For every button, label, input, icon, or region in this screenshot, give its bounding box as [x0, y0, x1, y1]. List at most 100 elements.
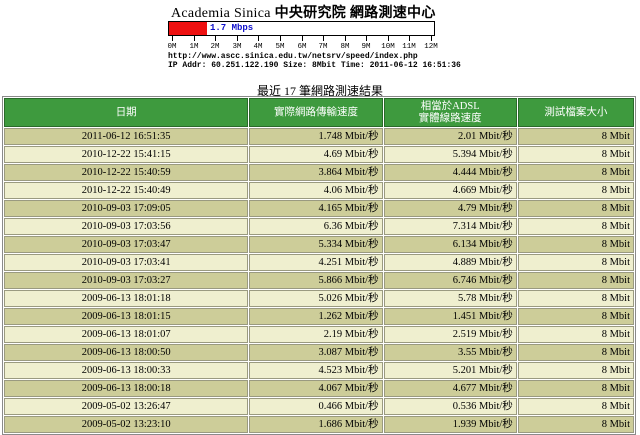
cell-adsl-speed: 6.134 Mbit/秒 — [383, 236, 517, 253]
cell-actual-speed: 4.69 Mbit/秒 — [249, 146, 383, 163]
cell-file-size: 8 Mbit — [517, 398, 634, 415]
column-header-adsl-speed: 相當於ADSL 實體線路速度 — [383, 98, 517, 127]
scale-tick — [302, 36, 303, 41]
table-row: 2010-09-03 17:03:41 4.251 Mbit/秒 4.889 Mbi… — [4, 254, 634, 271]
cell-actual-speed: 1.262 Mbit/秒 — [249, 308, 383, 325]
table-row: 2010-09-03 17:09:05 4.165 Mbit/秒 4.79 Mbit… — [4, 200, 634, 217]
scale-label: 4M — [253, 43, 263, 51]
test-ip-size-time: IP Addr: 60.251.122.190 Size: 8Mbit Time… — [168, 61, 461, 70]
cell-file-size: 8 Mbit — [517, 362, 634, 379]
site-title-english: Academia Sinica — [171, 6, 271, 21]
speed-value-label: 1.7 Mbps — [210, 23, 254, 33]
table-row: 2009-06-13 18:00:50 3.087 Mbit/秒 3.55 Mbit… — [4, 344, 634, 361]
cell-adsl-speed: 6.746 Mbit/秒 — [383, 272, 517, 289]
cell-actual-speed: 4.251 Mbit/秒 — [249, 254, 383, 271]
scale-tick — [215, 36, 216, 41]
cell-file-size: 8 Mbit — [517, 182, 634, 199]
scale-tick — [172, 36, 173, 41]
scale-tick — [323, 36, 324, 41]
scale-tick — [237, 36, 238, 41]
cell-date: 2010-09-03 17:03:56 — [4, 218, 249, 235]
table-row: 2009-06-13 18:01:07 2.19 Mbit/秒 2.519 Mbit… — [4, 326, 634, 343]
scale-tick — [194, 36, 195, 41]
cell-file-size: 8 Mbit — [517, 272, 634, 289]
cell-actual-speed: 0.466 Mbit/秒 — [249, 398, 383, 415]
cell-actual-speed: 2.19 Mbit/秒 — [249, 326, 383, 343]
cell-file-size: 8 Mbit — [517, 236, 634, 253]
cell-actual-speed: 4.067 Mbit/秒 — [249, 380, 383, 397]
test-info: http://www.ascc.sinica.edu.tw/netsrv/spe… — [168, 52, 461, 70]
cell-date: 2010-09-03 17:03:41 — [4, 254, 249, 271]
table-row: 2010-12-22 15:41:15 4.69 Mbit/秒 5.394 Mbit… — [4, 146, 634, 163]
cell-date: 2010-12-22 15:40:59 — [4, 164, 249, 181]
scale-label: 9M — [361, 43, 371, 51]
scale-tick — [431, 36, 432, 41]
scale-label: 2M — [210, 43, 220, 51]
table-row: 2009-06-13 18:01:15 1.262 Mbit/秒 1.451 Mbi… — [4, 308, 634, 325]
cell-adsl-speed: 5.201 Mbit/秒 — [383, 362, 517, 379]
cell-adsl-speed: 4.444 Mbit/秒 — [383, 164, 517, 181]
table-row: 2009-06-13 18:01:18 5.026 Mbit/秒 5.78 Mbit… — [4, 290, 634, 307]
cell-adsl-speed: 2.01 Mbit/秒 — [383, 128, 517, 145]
cell-date: 2009-06-13 18:00:18 — [4, 380, 249, 397]
cell-actual-speed: 6.36 Mbit/秒 — [249, 218, 383, 235]
site-title-chinese: 中央研究院 網路測速中心 — [274, 6, 436, 21]
speed-test-header: Academia Sinica 中央研究院 網路測速中心 1.7 Mbps 0M… — [167, 2, 468, 70]
scale-tick — [345, 36, 346, 41]
speed-meter: 1.7 Mbps — [168, 21, 435, 36]
speed-scale-ticks — [168, 36, 435, 43]
cell-file-size: 8 Mbit — [517, 254, 634, 271]
cell-file-size: 8 Mbit — [517, 146, 634, 163]
cell-file-size: 8 Mbit — [517, 290, 634, 307]
scale-tick — [409, 36, 410, 41]
scale-label: 12M — [424, 43, 438, 51]
table-row: 2010-12-22 15:40:49 4.06 Mbit/秒 4.669 Mbit… — [4, 182, 634, 199]
column-header-date: 日期 — [4, 98, 249, 127]
cell-adsl-speed: 1.939 Mbit/秒 — [383, 416, 517, 433]
scale-tick — [280, 36, 281, 41]
table-row: 2009-05-02 13:23:10 1.686 Mbit/秒 1.939 Mbi… — [4, 416, 634, 433]
cell-date: 2010-09-03 17:03:27 — [4, 272, 249, 289]
results-header-row: 日期 實際網路傳輸速度 相當於ADSL 實體線路速度 測試檔案大小 — [4, 98, 634, 127]
cell-adsl-speed: 1.451 Mbit/秒 — [383, 308, 517, 325]
table-row: 2010-09-03 17:03:47 5.334 Mbit/秒 6.134 Mbi… — [4, 236, 634, 253]
cell-actual-speed: 3.864 Mbit/秒 — [249, 164, 383, 181]
cell-actual-speed: 5.866 Mbit/秒 — [249, 272, 383, 289]
scale-label: 0M — [167, 43, 177, 51]
column-header-file-size: 測試檔案大小 — [517, 98, 634, 127]
cell-file-size: 8 Mbit — [517, 308, 634, 325]
table-row: 2009-06-13 18:00:33 4.523 Mbit/秒 5.201 Mbi… — [4, 362, 634, 379]
table-row: 2009-06-13 18:00:18 4.067 Mbit/秒 4.677 Mbi… — [4, 380, 634, 397]
scale-tick — [258, 36, 259, 41]
cell-adsl-speed: 4.889 Mbit/秒 — [383, 254, 517, 271]
speed-meter-fill — [169, 22, 207, 35]
cell-actual-speed: 5.334 Mbit/秒 — [249, 236, 383, 253]
cell-actual-speed: 1.748 Mbit/秒 — [249, 128, 383, 145]
cell-file-size: 8 Mbit — [517, 344, 634, 361]
cell-file-size: 8 Mbit — [517, 128, 634, 145]
scale-label: 1M — [189, 43, 199, 51]
cell-date: 2010-12-22 15:41:15 — [4, 146, 249, 163]
cell-adsl-speed: 4.79 Mbit/秒 — [383, 200, 517, 217]
column-header-actual-speed: 實際網路傳輸速度 — [249, 98, 383, 127]
cell-actual-speed: 5.026 Mbit/秒 — [249, 290, 383, 307]
cell-file-size: 8 Mbit — [517, 416, 634, 433]
cell-actual-speed: 4.523 Mbit/秒 — [249, 362, 383, 379]
scale-label: 10M — [381, 43, 395, 51]
table-row: 2011-06-12 16:51:35 1.748 Mbit/秒 2.01 Mbit… — [4, 128, 634, 145]
cell-date: 2009-05-02 13:26:47 — [4, 398, 249, 415]
cell-file-size: 8 Mbit — [517, 200, 634, 217]
table-row: 2010-09-03 17:03:56 6.36 Mbit/秒 7.314 Mbit… — [4, 218, 634, 235]
cell-file-size: 8 Mbit — [517, 218, 634, 235]
scale-label: 7M — [318, 43, 328, 51]
cell-adsl-speed: 7.314 Mbit/秒 — [383, 218, 517, 235]
scale-label: 5M — [275, 43, 285, 51]
cell-adsl-speed: 4.669 Mbit/秒 — [383, 182, 517, 199]
cell-date: 2009-06-13 18:00:50 — [4, 344, 249, 361]
scale-tick — [366, 36, 367, 41]
cell-actual-speed: 1.686 Mbit/秒 — [249, 416, 383, 433]
cell-adsl-speed: 5.78 Mbit/秒 — [383, 290, 517, 307]
cell-date: 2010-09-03 17:03:47 — [4, 236, 249, 253]
scale-label: 11M — [402, 43, 416, 51]
scale-label: 6M — [297, 43, 307, 51]
